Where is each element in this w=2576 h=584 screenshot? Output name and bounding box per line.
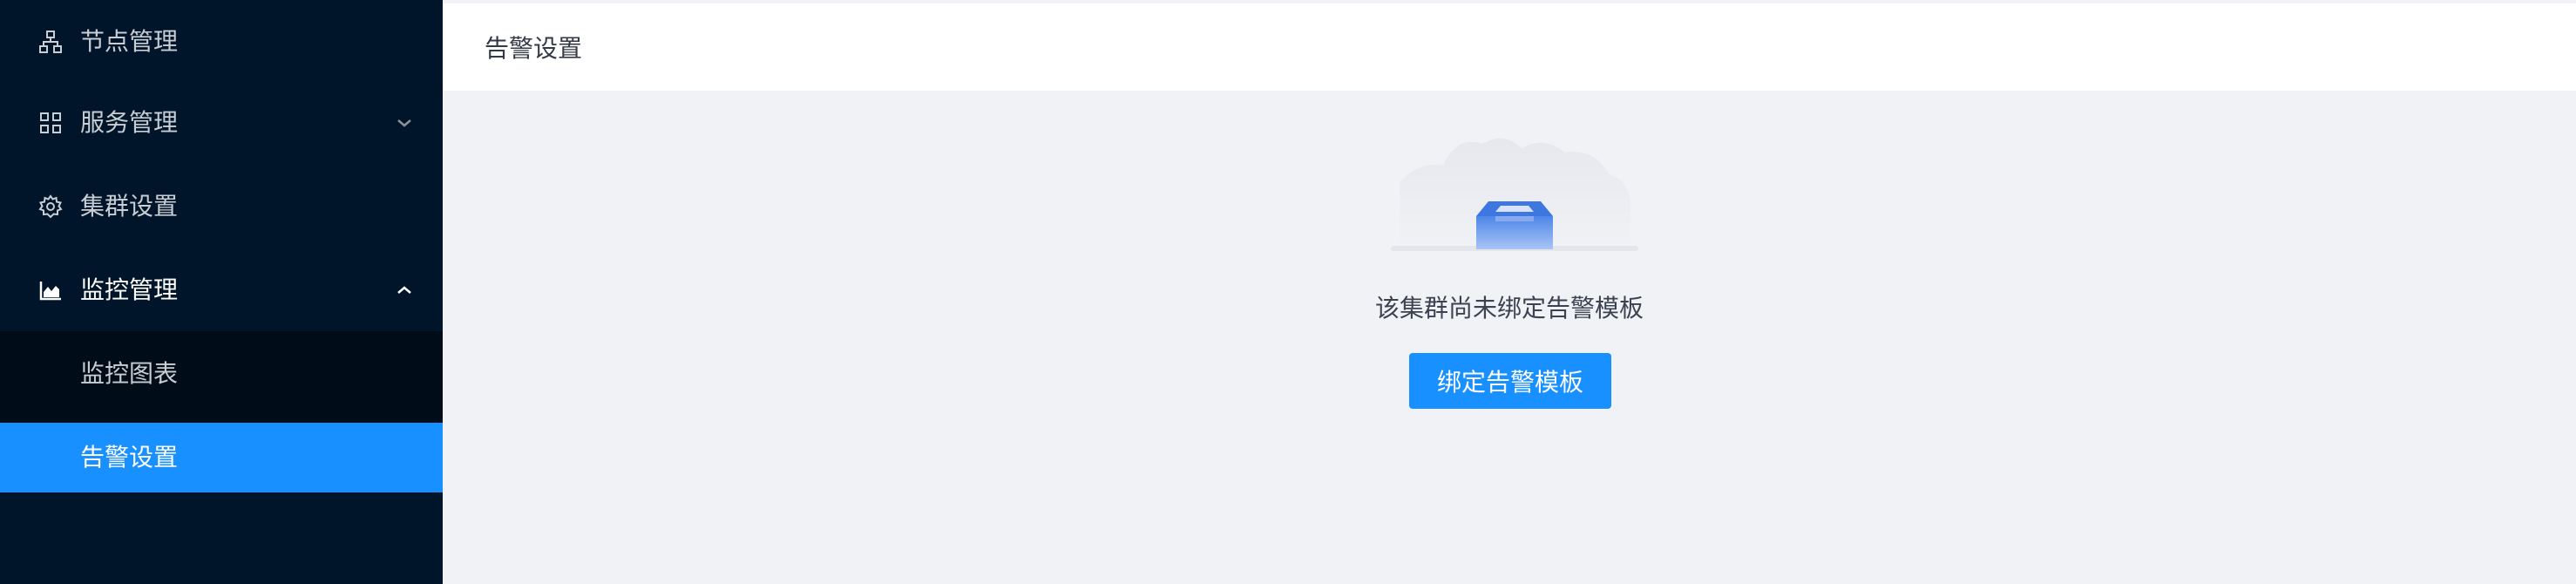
empty-message: 该集群尚未绑定告警模板 [1374, 294, 1644, 323]
sidebar-subitem-label: 告警设置 [80, 443, 179, 472]
page-title: 告警设置 [485, 34, 583, 63]
sidebar-subitem-label: 监控图表 [80, 359, 179, 388]
chevron-down-icon [394, 112, 415, 133]
main-content: 告警设置 该集群尚未绑定告警模板 绑定告警模板 [443, 0, 2576, 584]
sidebar-item-monitoring-management[interactable]: 监控管理 [0, 248, 443, 332]
empty-inbox-icon [1391, 122, 1638, 270]
sidebar-item-label: 节点管理 [80, 27, 179, 56]
sidebar-item-service-management[interactable]: 服务管理 [0, 81, 443, 165]
area-chart-icon [37, 276, 64, 304]
node-tree-icon [37, 28, 64, 56]
gear-icon [37, 193, 64, 221]
sidebar-item-cluster-settings[interactable]: 集群设置 [0, 165, 443, 248]
sidebar-item-node-management[interactable]: 节点管理 [0, 0, 443, 84]
sidebar-item-label: 服务管理 [80, 108, 179, 137]
sidebar-item-label: 监控管理 [80, 275, 179, 304]
grid-apps-icon [37, 109, 64, 137]
page-header: 告警设置 [443, 3, 2576, 91]
sidebar-item-label: 集群设置 [80, 192, 179, 221]
sidebar-subitem-alert-settings[interactable]: 告警设置 [0, 423, 443, 492]
bind-alert-template-button[interactable]: 绑定告警模板 [1409, 353, 1611, 409]
sidebar-subitem-monitoring-charts[interactable]: 监控图表 [0, 339, 443, 409]
chevron-up-icon [394, 280, 415, 301]
sidebar: 节点管理 服务管理 集群设置 监控管理 监控图表 告警设置 [0, 0, 443, 584]
